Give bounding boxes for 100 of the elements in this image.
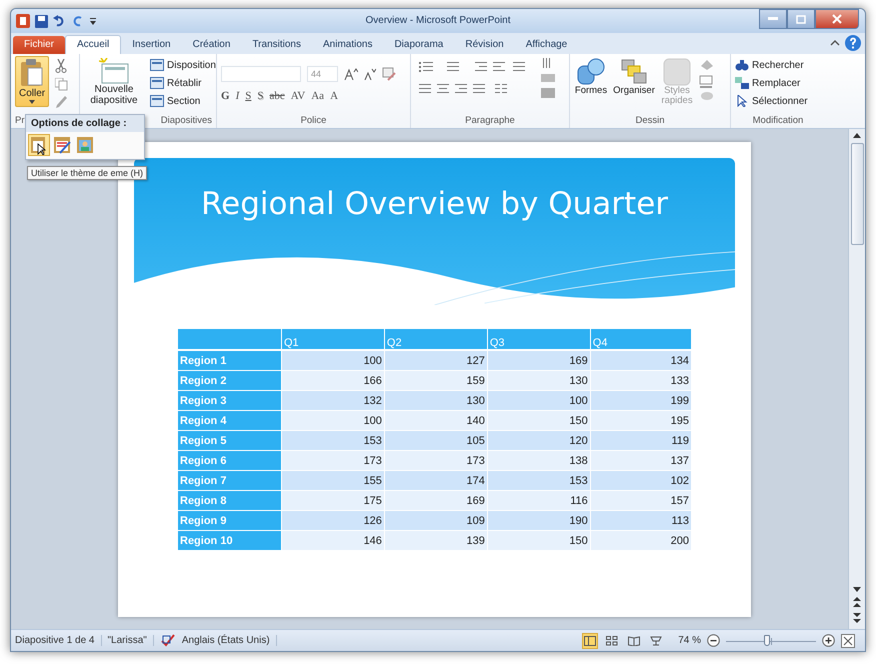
group-label: Pr bbox=[15, 115, 24, 128]
table-cell: 155 bbox=[282, 470, 384, 490]
table-cell: 173 bbox=[384, 450, 488, 470]
grid-icon bbox=[606, 636, 618, 646]
customize-icon[interactable] bbox=[89, 16, 97, 26]
format-button[interactable]: abc bbox=[269, 90, 285, 102]
style-icon bbox=[662, 58, 692, 86]
row-header: Region 2 bbox=[178, 370, 282, 390]
ribbon-button[interactable]: Formes bbox=[574, 58, 608, 96]
cursor-icon bbox=[735, 95, 749, 107]
shrink-font-icon[interactable] bbox=[364, 68, 376, 80]
zoom-slider[interactable] bbox=[726, 634, 816, 648]
redo-icon[interactable] bbox=[71, 14, 84, 28]
powerpoint-icon[interactable] bbox=[16, 14, 30, 28]
zoom-out-icon[interactable] bbox=[707, 634, 720, 647]
format-button[interactable]: I bbox=[236, 90, 240, 102]
dropdown-arrow-icon bbox=[29, 100, 36, 104]
table-cell: 139 bbox=[384, 530, 488, 550]
scrollbar-thumb[interactable] bbox=[850, 143, 864, 245]
vertical-scrollbar[interactable] bbox=[848, 129, 865, 629]
column-header: Q1 bbox=[282, 328, 384, 350]
table-cell: 173 bbox=[282, 450, 384, 470]
shapes-icon bbox=[576, 58, 606, 86]
undo-icon[interactable] bbox=[53, 14, 66, 28]
ribbon-button[interactable]: Rétablir bbox=[150, 75, 216, 91]
row-header: Region 4 bbox=[178, 410, 282, 430]
close-button[interactable] bbox=[815, 9, 859, 29]
table-cell: 105 bbox=[384, 430, 488, 450]
new-slide-button[interactable]: Nouvelle diapositive bbox=[84, 56, 144, 106]
zoom-level[interactable]: 74 % bbox=[678, 635, 701, 646]
font-name-field[interactable] bbox=[221, 66, 301, 82]
view-button[interactable] bbox=[582, 632, 598, 648]
help-icon[interactable] bbox=[845, 35, 861, 51]
table-cell: 175 bbox=[282, 490, 384, 510]
book-icon bbox=[628, 636, 640, 646]
format-button[interactable]: S bbox=[257, 90, 264, 102]
language[interactable]: Anglais (États Unis) bbox=[182, 635, 277, 646]
scroll-up-icon[interactable] bbox=[853, 133, 861, 139]
paste-option-icon[interactable] bbox=[29, 135, 49, 155]
table-cell: 120 bbox=[487, 430, 590, 450]
fit-window-icon[interactable] bbox=[841, 634, 855, 648]
table-cell: 153 bbox=[282, 430, 384, 450]
slide-title: Regional Overview by Quarter bbox=[200, 186, 668, 224]
row-header: Region 6 bbox=[178, 450, 282, 470]
row-header: Region 8 bbox=[178, 490, 282, 510]
shape-format-icons[interactable] bbox=[698, 58, 716, 102]
table-cell: 130 bbox=[384, 390, 488, 410]
ribbon-button[interactable]: Disposition bbox=[150, 57, 216, 73]
ribbon-tab[interactable]: Animations bbox=[312, 36, 384, 54]
ribbon-tab[interactable]: Diaporama bbox=[383, 36, 454, 54]
ribbon-tab[interactable]: Affichage bbox=[514, 36, 578, 54]
ribbon-button[interactable]: Section bbox=[150, 93, 216, 109]
slide-counter: Diapositive 1 de 4 bbox=[15, 635, 102, 646]
clipboard-icon bbox=[20, 59, 44, 87]
group-label: Modification bbox=[752, 115, 804, 128]
row-header: Region 9 bbox=[178, 510, 282, 530]
ribbon-button[interactable]: Organiser bbox=[612, 58, 656, 96]
ribbon-tab[interactable]: Accueil bbox=[65, 35, 122, 54]
ribbon-button[interactable]: Remplacer bbox=[735, 75, 800, 91]
format-button[interactable]: A bbox=[330, 90, 338, 102]
column-header: Q2 bbox=[384, 328, 488, 350]
ribbon-tab[interactable]: Fichier bbox=[13, 36, 66, 54]
grow-font-icon[interactable] bbox=[344, 68, 358, 80]
ribbon-tab[interactable]: Création bbox=[182, 36, 242, 54]
column-header: Q4 bbox=[590, 328, 691, 350]
save-icon[interactable] bbox=[35, 14, 48, 28]
ribbon-tab[interactable]: Insertion bbox=[121, 36, 182, 54]
maximize-button[interactable] bbox=[787, 9, 815, 29]
table-cell: 100 bbox=[487, 390, 590, 410]
table-cell: 116 bbox=[487, 490, 590, 510]
slide-icon bbox=[99, 58, 129, 84]
zoom-slider-thumb[interactable] bbox=[764, 634, 770, 646]
format-button[interactable]: Aa bbox=[311, 90, 324, 102]
minimize-button[interactable] bbox=[759, 9, 787, 29]
minimize-ribbon-icon[interactable] bbox=[830, 39, 840, 47]
table-cell: 137 bbox=[590, 450, 691, 470]
ribbon-tab[interactable]: Transitions bbox=[241, 36, 312, 54]
projector-icon bbox=[650, 636, 662, 646]
group-label: Diapositives bbox=[160, 115, 212, 128]
paste-button[interactable]: Coller bbox=[15, 56, 50, 107]
format-button[interactable]: S bbox=[245, 90, 252, 102]
zoom-in-icon[interactable] bbox=[822, 634, 835, 647]
spellcheck-icon[interactable] bbox=[160, 634, 176, 648]
table-cell: 100 bbox=[282, 350, 384, 370]
clear-format-icon[interactable] bbox=[382, 67, 396, 81]
format-button[interactable]: AV bbox=[290, 90, 306, 102]
ribbon-tab[interactable]: Révision bbox=[454, 36, 515, 54]
ribbon-button[interactable]: Sélectionner bbox=[735, 93, 808, 109]
scissors-icon[interactable] bbox=[55, 59, 68, 73]
scroll-down-icon[interactable] bbox=[853, 587, 861, 593]
previous-slide-icon[interactable] bbox=[853, 597, 861, 609]
next-slide-icon[interactable] bbox=[853, 613, 861, 625]
format-button[interactable]: G bbox=[221, 90, 230, 102]
table-cell: 157 bbox=[590, 490, 691, 510]
ribbon-button[interactable]: Rechercher bbox=[735, 57, 804, 73]
table-cell: 150 bbox=[487, 410, 590, 430]
table-cell: 169 bbox=[384, 490, 488, 510]
arrange-icon bbox=[619, 58, 649, 86]
table-cell: 199 bbox=[590, 390, 691, 410]
row-header: Region 7 bbox=[178, 470, 282, 490]
